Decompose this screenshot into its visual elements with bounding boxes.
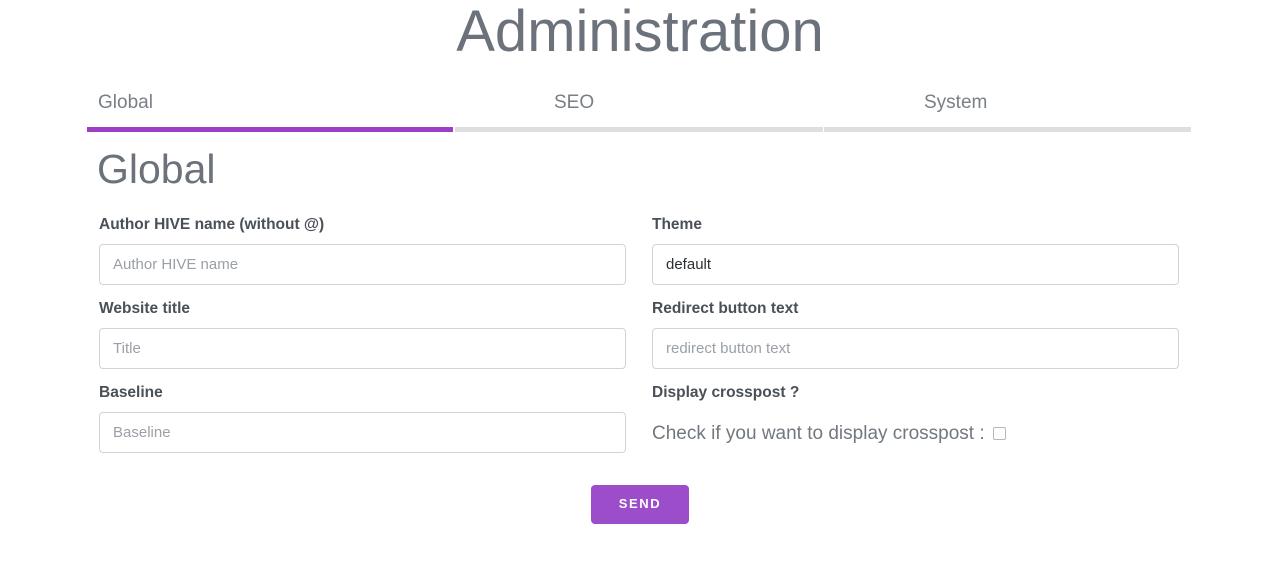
tab-system[interactable]: System xyxy=(824,86,1191,132)
field-redirect-button-text: Redirect button text xyxy=(652,299,1179,369)
administration-page: Administration Global SEO System Global … xyxy=(0,0,1280,570)
tab-global[interactable]: Global xyxy=(87,86,453,132)
tab-seo-underline xyxy=(455,127,823,132)
field-display-crosspost: Display crosspost ? Check if you want to… xyxy=(652,383,1179,453)
tab-system-underline xyxy=(824,127,1191,132)
field-display-crosspost-label: Display crosspost ? xyxy=(652,384,800,401)
tab-seo-label: SEO xyxy=(554,92,595,113)
page-title: Administration xyxy=(456,0,824,64)
field-author-hive-name-label: Author HIVE name (without @) xyxy=(99,216,325,233)
field-website-title-label: Website title xyxy=(99,300,191,317)
tab-system-label: System xyxy=(924,92,988,113)
redirect-button-text-input[interactable] xyxy=(652,328,1179,369)
website-title-input[interactable] xyxy=(99,328,626,369)
tab-seo[interactable]: SEO xyxy=(455,86,823,132)
field-theme-label: Theme xyxy=(652,216,702,233)
tab-global-label: Global xyxy=(98,92,153,113)
theme-input[interactable] xyxy=(652,244,1179,285)
field-website-title: Website title xyxy=(99,299,626,369)
send-button[interactable]: SEND xyxy=(591,485,689,524)
submit-area: SEND xyxy=(0,485,1280,524)
field-theme: Theme xyxy=(652,215,1179,285)
field-author-hive-name: Author HIVE name (without @) xyxy=(99,215,626,285)
field-baseline-label: Baseline xyxy=(99,384,163,401)
crosspost-caption: Check if you want to display crosspost : xyxy=(652,422,985,444)
author-hive-name-input[interactable] xyxy=(99,244,626,285)
crosspost-checkbox[interactable] xyxy=(992,427,1006,440)
field-redirect-button-text-label: Redirect button text xyxy=(652,300,799,317)
section-heading: Global xyxy=(97,146,216,192)
field-baseline: Baseline xyxy=(99,383,626,453)
tab-bar: Global SEO System xyxy=(87,86,1191,132)
tab-global-underline xyxy=(87,127,453,132)
crosspost-checkbox-row: Check if you want to display crosspost : xyxy=(652,412,1179,453)
baseline-input[interactable] xyxy=(99,412,626,453)
